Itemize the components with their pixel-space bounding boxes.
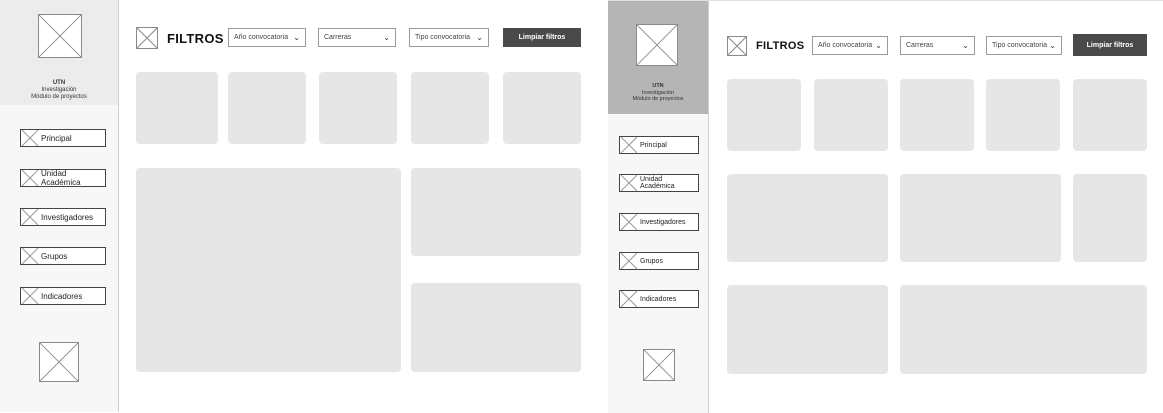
nav-item-label: Investigadores (640, 218, 686, 226)
year-select-value: Año convocatoria (818, 42, 873, 49)
chart-card (1073, 174, 1147, 262)
image-placeholder-icon (621, 137, 637, 153)
nav-item-label: Unidad Académica (41, 169, 81, 187)
type-select-value: Tipo convocatoria (415, 34, 470, 41)
sidebar: UTN Investigación Módulo de proyectos Pr… (608, 1, 709, 413)
image-placeholder-icon (22, 288, 38, 304)
wireframe-dashboard-2: UTN Investigación Módulo de proyectos Pr… (608, 0, 1163, 413)
filter-placeholder-icon (135, 26, 159, 50)
image-placeholder-icon (621, 214, 637, 230)
chevron-down-icon: ⌄ (875, 41, 882, 50)
nav-item-grupos[interactable]: Grupos (20, 247, 106, 265)
kpi-card (727, 79, 801, 151)
brand-text: UTN Investigación Módulo de proyectos (608, 83, 708, 103)
chevron-down-icon: ⌄ (293, 33, 300, 42)
nav-item-principal[interactable]: Principal (20, 129, 106, 147)
nav-item-investigadores[interactable]: Investigadores (20, 208, 106, 226)
kpi-card (319, 72, 397, 144)
nav-item-grupos[interactable]: Grupos (619, 252, 699, 270)
chevron-down-icon: ⌄ (383, 33, 390, 42)
chevron-down-icon: ⌄ (476, 33, 483, 42)
type-select[interactable]: Tipo convocatoria ⌄ (409, 28, 489, 47)
image-placeholder-icon (22, 209, 38, 225)
footer-placeholder-icon (643, 349, 675, 381)
brand-line-3: Módulo de proyectos (632, 96, 684, 102)
wireframe-dashboard-1: UTN Investigación Módulo de proyectos Pr… (0, 0, 600, 412)
clear-filters-button[interactable]: Limpiar filtros (503, 28, 581, 47)
brand-line-3: Módulo de proyectos (31, 94, 87, 100)
filters-title: FILTROS (167, 31, 224, 46)
footer-placeholder-icon (39, 342, 79, 382)
nav-item-unidad-academica[interactable]: Unidad Académica (619, 174, 699, 192)
image-placeholder-icon (22, 130, 38, 146)
brand-line-1: UTN (52, 80, 66, 86)
image-placeholder-icon (621, 175, 637, 191)
kpi-card (814, 79, 888, 151)
brand-line-2: Investigación (41, 87, 77, 93)
kpi-card (986, 79, 1060, 151)
side-chart-card (411, 283, 581, 372)
chart-card (727, 174, 888, 262)
nav-item-principal[interactable]: Principal (619, 136, 699, 154)
filter-placeholder-icon (726, 35, 748, 57)
nav-item-label: Principal (41, 133, 72, 143)
kpi-card (228, 72, 306, 144)
image-placeholder-icon (621, 253, 637, 269)
main-chart-card (136, 168, 401, 372)
logo-placeholder-icon (38, 14, 82, 58)
side-chart-card (411, 168, 581, 256)
career-select[interactable]: Carreras ⌄ (318, 28, 396, 47)
nav-item-label: Grupos (640, 257, 663, 265)
nav-item-label: Indicadores (41, 291, 83, 301)
nav-item-indicadores[interactable]: Indicadores (619, 290, 699, 308)
year-select[interactable]: Año convocatoria ⌄ (228, 28, 306, 47)
nav-item-label: Indicadores (640, 295, 677, 303)
year-select[interactable]: Año convocatoria ⌄ (812, 36, 888, 55)
sidebar: UTN Investigación Módulo de proyectos Pr… (0, 0, 119, 412)
kpi-card (900, 79, 974, 151)
nav-item-label: Unidad Académica (640, 176, 675, 190)
year-select-value: Año convocatoria (234, 34, 289, 41)
nav-item-unidad-academica[interactable]: Unidad Académica (20, 169, 106, 187)
chart-card (727, 285, 888, 374)
chevron-down-icon: ⌄ (962, 41, 969, 50)
filters-title: FILTROS (756, 40, 805, 52)
kpi-card (411, 72, 489, 144)
brand-text: UTN Investigación Módulo de proyectos (0, 80, 118, 101)
clear-filters-button[interactable]: Limpiar filtros (1073, 34, 1147, 56)
image-placeholder-icon (22, 170, 38, 186)
nav-item-label: Grupos (41, 251, 68, 261)
chart-card (900, 174, 1061, 262)
image-placeholder-icon (22, 248, 38, 264)
type-select-value: Tipo convocatoria (992, 42, 1047, 49)
nav-item-indicadores[interactable]: Indicadores (20, 287, 106, 305)
nav-item-label: Investigadores (41, 212, 94, 222)
kpi-card (1073, 79, 1147, 151)
kpi-card (503, 72, 581, 144)
image-placeholder-icon (621, 291, 637, 307)
nav-item-label: Principal (640, 141, 667, 149)
nav-item-investigadores[interactable]: Investigadores (619, 213, 699, 231)
career-select-value: Carreras (324, 34, 352, 41)
kpi-card (136, 72, 218, 144)
career-select-value: Carreras (906, 42, 934, 49)
career-select[interactable]: Carreras ⌄ (900, 36, 975, 55)
chart-card (900, 285, 1147, 374)
chevron-down-icon: ⌄ (1049, 41, 1056, 50)
logo-placeholder-icon (636, 24, 678, 66)
type-select[interactable]: Tipo convocatoria ⌄ (986, 36, 1062, 55)
